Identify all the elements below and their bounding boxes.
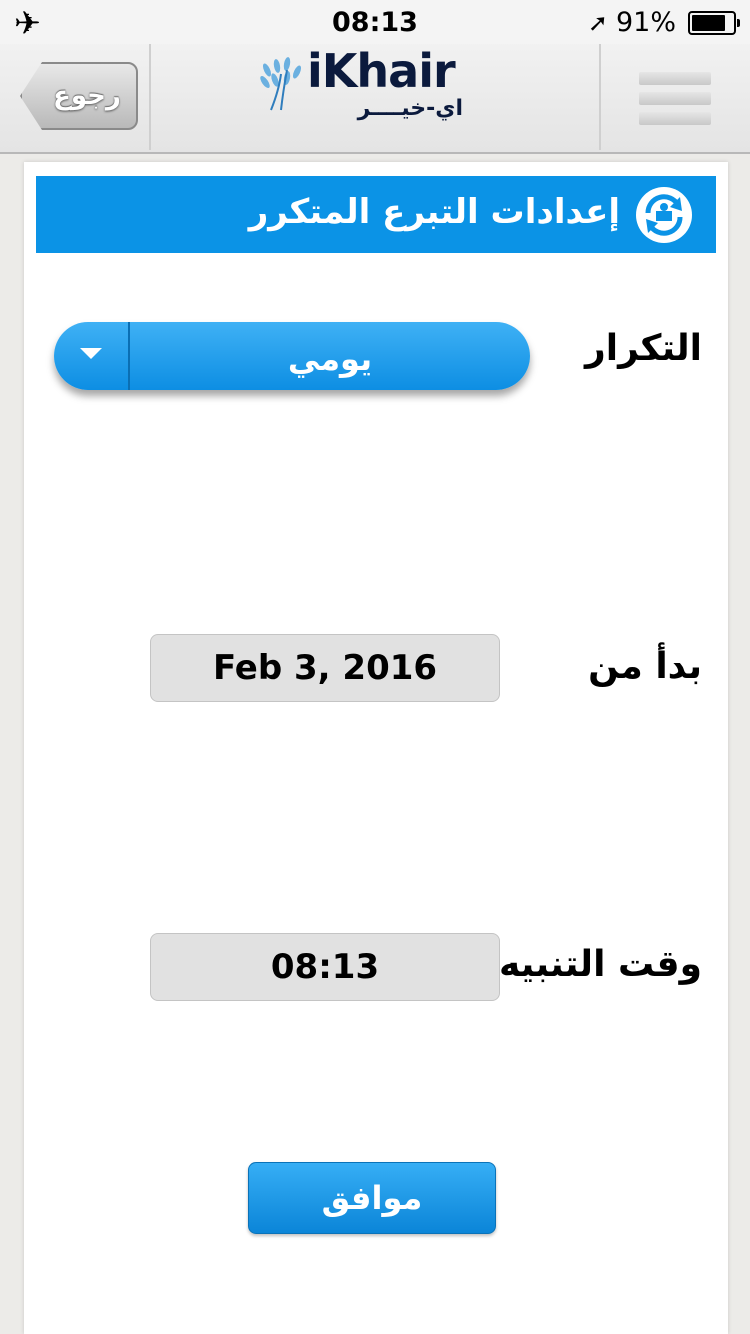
ok-button-label: موافق	[321, 1179, 423, 1217]
battery-fill	[692, 14, 725, 31]
back-button-label: رجوع	[53, 81, 121, 111]
logo-subtext: اي-خيــــر	[357, 96, 463, 121]
battery-percent: 91%	[615, 7, 676, 38]
chevron-down-icon	[80, 348, 102, 359]
section-header: إعدادات التبرع المتكرر	[36, 176, 716, 253]
status-right: ➚ 91%	[587, 7, 740, 38]
hamburger-menu-icon[interactable]	[639, 72, 711, 126]
status-bar: ✈ 08:13 ➚ 91%	[0, 0, 750, 44]
location-arrow-icon: ➚	[587, 8, 608, 37]
section-title: إعدادات التبرع المتكرر	[248, 192, 620, 232]
alarm-time-field[interactable]: 08:13	[150, 933, 500, 1001]
ok-button[interactable]: موافق	[248, 1162, 496, 1234]
content-panel: إعدادات التبرع المتكرر التكرار يومي بدأ …	[24, 162, 728, 1334]
logo-text: iKhair	[307, 44, 456, 98]
battery-icon	[688, 10, 740, 35]
back-button[interactable]: رجوع	[20, 62, 138, 130]
alarm-time-label: وقت التنبيه	[498, 944, 702, 985]
app-logo: iKhair اي-خيــــر	[255, 44, 495, 121]
start-date-label: بدأ من	[588, 646, 702, 687]
alarm-time-value: 08:13	[270, 947, 380, 987]
start-date-value: Feb 3, 2016	[212, 648, 438, 688]
frequency-label: التكرار	[585, 328, 702, 369]
start-date-field[interactable]: Feb 3, 2016	[150, 634, 500, 702]
frequency-value: يومي	[287, 340, 373, 378]
wheat-logo-icon	[260, 57, 302, 111]
recurring-donation-icon	[636, 187, 692, 243]
frequency-select[interactable]: يومي	[54, 322, 530, 390]
